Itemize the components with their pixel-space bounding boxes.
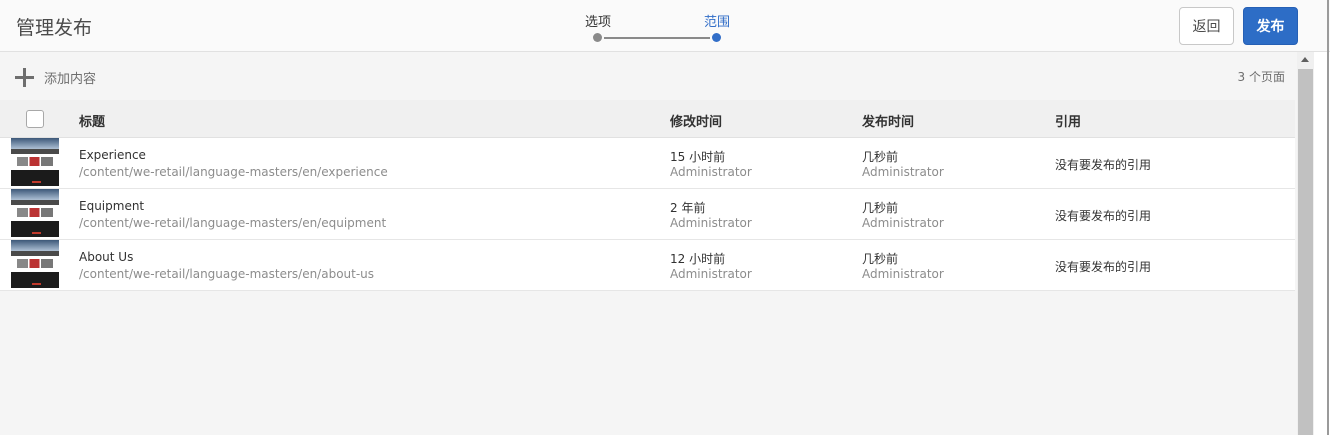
wizard-steps: 选项 范围 [585,10,730,46]
column-modified[interactable]: 修改时间 [670,111,722,130]
page-count: 3 个页面 [1237,70,1285,84]
row-modified: 12 小时前 [670,252,726,266]
pages-table: 标题 修改时间 发布时间 引用 Experience /content/we-r… [0,100,1295,291]
plus-icon[interactable] [15,68,34,87]
row-published-by: Administrator [862,216,944,230]
row-modified: 2 年前 [670,201,706,215]
scroll-up-arrow-icon[interactable] [1301,57,1309,62]
column-published[interactable]: 发布时间 [862,111,914,130]
row-published-by: Administrator [862,165,944,179]
step-options-dot[interactable] [593,33,602,42]
row-modified-by: Administrator [670,165,752,179]
row-modified-by: Administrator [670,267,752,281]
select-all-checkbox[interactable] [26,110,44,128]
row-path: /content/we-retail/language-masters/en/e… [79,216,387,230]
step-scope-label[interactable]: 范围 [704,11,730,30]
publish-button[interactable]: 发布 [1243,7,1298,45]
row-title: Equipment [79,199,145,213]
top-header: 管理发布 选项 范围 返回 发布 [0,0,1330,52]
row-title: Experience [79,148,146,162]
add-content-button[interactable]: 添加内容 [44,68,96,87]
vertical-scrollbar[interactable] [1297,52,1314,435]
row-published: 几秒前 [862,150,899,164]
column-title[interactable]: 标题 [79,111,105,130]
step-options-label[interactable]: 选项 [585,11,611,30]
content-toolbar: 添加内容 3 个页面 [0,52,1297,100]
row-title: About Us [79,250,134,264]
table-row[interactable]: About Us /content/we-retail/language-mas… [0,240,1295,291]
row-published-by: Administrator [862,267,944,281]
back-button[interactable]: 返回 [1179,7,1234,45]
page-title: 管理发布 [16,17,93,39]
page-thumbnail [11,189,59,237]
column-references[interactable]: 引用 [1055,111,1081,130]
window-border [1327,0,1329,435]
table-row[interactable]: Equipment /content/we-retail/language-ma… [0,189,1295,240]
page-thumbnail [11,138,59,186]
step-connector [604,37,710,39]
table-row[interactable]: Experience /content/we-retail/language-m… [0,138,1295,189]
scrollbar-thumb[interactable] [1298,69,1313,435]
row-published: 几秒前 [862,201,899,215]
step-scope-dot[interactable] [712,33,721,42]
row-modified-by: Administrator [670,216,752,230]
row-path: /content/we-retail/language-masters/en/e… [79,165,388,179]
row-published: 几秒前 [862,252,899,266]
row-modified: 15 小时前 [670,150,726,164]
row-path: /content/we-retail/language-masters/en/a… [79,267,375,281]
row-references: 没有要发布的引用 [1055,158,1152,172]
table-header: 标题 修改时间 发布时间 引用 [0,100,1295,138]
row-references: 没有要发布的引用 [1055,260,1152,274]
row-references: 没有要发布的引用 [1055,209,1152,223]
page-thumbnail [11,240,59,288]
